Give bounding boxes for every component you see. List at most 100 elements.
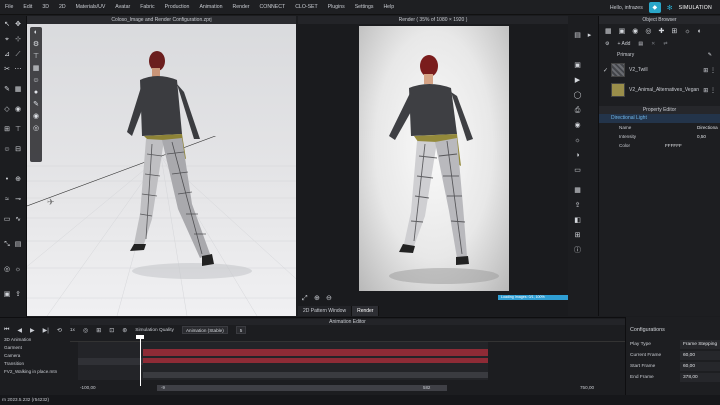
play-icon[interactable]: ▶ xyxy=(30,327,35,334)
zoom-fit-icon[interactable]: ⤢ xyxy=(302,295,310,303)
material-icon[interactable]: ◐ xyxy=(698,28,702,35)
render-video-icon[interactable]: ▶ xyxy=(573,76,582,85)
playhead[interactable] xyxy=(140,337,141,386)
add-button[interactable]: + Add xyxy=(617,41,630,47)
fabric-icon[interactable]: ▣ xyxy=(619,27,626,35)
topstitch-icon[interactable]: ✚ xyxy=(658,27,664,35)
menu-clo-set[interactable]: CLO-SET xyxy=(290,4,322,10)
menu-render[interactable]: Render xyxy=(228,4,255,10)
light-view-icon[interactable]: ◎ xyxy=(30,123,42,135)
export-tool-icon[interactable]: ⇪ xyxy=(14,291,22,299)
elastic-tool-icon[interactable]: ∿ xyxy=(14,216,22,224)
settings-icon[interactable]: ⚙ xyxy=(605,41,609,47)
garment-track-bar[interactable] xyxy=(143,349,488,356)
gizmo-icon[interactable]: ✈ xyxy=(47,197,55,208)
render-ground-icon[interactable]: ▭ xyxy=(573,166,582,175)
edit-icon[interactable]: ✎ xyxy=(708,50,712,60)
playhead-handle[interactable] xyxy=(136,335,144,339)
play-type-select[interactable]: Frame Stepping xyxy=(680,340,720,349)
fps-select[interactable]: 5 xyxy=(235,326,247,334)
current-frame-field[interactable]: 60,00 xyxy=(680,351,720,360)
skip-back-icon[interactable]: ⏮ xyxy=(4,327,9,334)
mode-label[interactable]: SIMULATION xyxy=(679,5,712,11)
move-tool-icon[interactable]: ✥ xyxy=(14,21,22,29)
end-frame-field[interactable]: 378,00 xyxy=(680,373,720,382)
copy-icon[interactable]: ▤ xyxy=(638,41,643,47)
menu-fabric[interactable]: Fabric xyxy=(135,4,159,10)
menu-connect[interactable]: CONNECT xyxy=(255,4,291,10)
track-garment[interactable]: Garment xyxy=(0,344,70,352)
button-tool-icon[interactable]: ◉ xyxy=(14,106,22,114)
menu-animation[interactable]: Animation xyxy=(194,4,227,10)
3d-viewport[interactable]: Coloso_Image and Render Configuration.zp… xyxy=(27,16,296,316)
render-turntable-icon[interactable]: ◯ xyxy=(573,91,582,100)
start-frame-field[interactable]: 60,00 xyxy=(680,362,720,371)
puckering-tool-icon[interactable]: ≈ xyxy=(3,196,11,204)
shirt-tool-icon[interactable]: ⊤ xyxy=(14,126,22,134)
render-export-icon[interactable]: ⇪ xyxy=(573,201,582,210)
tape-tool-icon[interactable]: ▭ xyxy=(3,216,11,224)
render-image[interactable] xyxy=(359,26,509,291)
trim-tool-icon[interactable]: ◇ xyxy=(3,106,11,114)
render-view-icon[interactable]: ◉ xyxy=(30,111,42,123)
track-walking-motion[interactable]: FV2_Walking in place.mtn xyxy=(0,368,70,376)
render-camera-icon[interactable]: ◉ xyxy=(573,121,582,130)
property-section-header[interactable]: Directional Light xyxy=(599,114,720,123)
property-value[interactable]: 0,50 xyxy=(697,132,706,141)
motion-track-bar[interactable] xyxy=(143,372,488,378)
camera-view-icon[interactable]: ◐ xyxy=(30,27,42,39)
sew-tool-icon[interactable]: ⟋ xyxy=(14,51,22,59)
simulation-quality-select[interactable]: Animation (Stable) xyxy=(181,326,228,334)
zipper-tool-icon[interactable]: ⊞ xyxy=(3,126,11,134)
arrange-tool-icon[interactable]: ⊕ xyxy=(14,176,22,184)
measure-tool-icon[interactable]: ⊟ xyxy=(14,146,22,154)
range-slider[interactable]: -9 582 xyxy=(157,385,447,391)
fabric-menu-icon[interactable]: ⊞ ⋮ xyxy=(703,87,716,94)
menu-help[interactable]: Help xyxy=(378,4,399,10)
track-3d-animation[interactable]: 3D Animation xyxy=(0,336,70,344)
menu-edit[interactable]: Edit xyxy=(18,4,37,10)
link-icon[interactable]: ⇄ xyxy=(663,41,667,47)
select-tool-icon[interactable]: ↖ xyxy=(3,21,11,29)
render-grid-icon[interactable]: ⊞ xyxy=(573,231,582,240)
cut-tool-icon[interactable]: ✂ xyxy=(3,66,11,74)
skin-view-icon[interactable]: ● xyxy=(30,87,42,99)
menu-production[interactable]: Production xyxy=(160,4,195,10)
snapshot-tool-icon[interactable]: ▣ xyxy=(3,291,11,299)
fabric-menu-icon[interactable]: ⊞ ⋮ xyxy=(703,67,716,74)
fit-map-tool-icon[interactable]: ▤ xyxy=(14,241,22,249)
brush-tool-icon[interactable]: ✎ xyxy=(3,86,11,94)
render-quality-icon[interactable]: ▦ xyxy=(573,186,582,195)
step-back-icon[interactable]: ◀ xyxy=(17,327,22,334)
stitch-tool-icon[interactable]: ⋯ xyxy=(14,66,22,74)
strap-tool-icon[interactable]: ⊸ xyxy=(14,196,22,204)
fabric-item[interactable]: ✓ V2_Twill ⊞ ⋮ xyxy=(599,60,720,80)
avatar-view-icon[interactable]: ☺ xyxy=(30,75,42,87)
avatar-figure[interactable] xyxy=(122,44,242,279)
delete-icon[interactable]: ✕ xyxy=(651,41,655,47)
menu-3d[interactable]: 3D xyxy=(37,4,54,10)
tab-2d-pattern-window[interactable]: 2D Pattern Window xyxy=(298,306,353,316)
menu-plugins[interactable]: Plugins xyxy=(323,4,350,10)
track-transition[interactable]: Transition xyxy=(0,360,70,368)
render-info-icon[interactable]: ⓘ xyxy=(573,246,582,255)
fabric-item[interactable]: V2_Animal_Alternatives_Vegan ⊞ ⋮ xyxy=(599,80,720,100)
zoom-out-icon[interactable]: ⊖ xyxy=(326,295,334,303)
render-compare-icon[interactable]: ◧ xyxy=(573,216,582,225)
pin-tool-icon[interactable]: ⊹ xyxy=(14,36,22,44)
render-settings-icon[interactable]: ▤ xyxy=(573,31,582,40)
shrinkage-tool-icon[interactable]: ⤡ xyxy=(3,241,11,249)
menu-file[interactable]: File xyxy=(0,4,18,10)
button-icon[interactable]: ◉ xyxy=(632,27,638,35)
simulation-icon[interactable]: ⊛ xyxy=(122,327,127,334)
render-light-icon[interactable]: ☼ xyxy=(573,136,582,145)
menu-settings[interactable]: Settings xyxy=(350,4,379,10)
render-tab-icon[interactable]: ▸ xyxy=(585,31,594,40)
keyframe-icon[interactable]: ⊞ xyxy=(96,327,101,334)
camera-key-icon[interactable]: ⊡ xyxy=(109,327,114,334)
tab-render[interactable]: Render xyxy=(352,306,380,316)
light-icon[interactable]: ☼ xyxy=(684,28,690,35)
avatar-tool-icon[interactable]: ☺ xyxy=(3,146,11,154)
camera-tool-icon[interactable]: ◎ xyxy=(3,266,11,274)
range-end[interactable]: 750,00 xyxy=(580,384,594,392)
